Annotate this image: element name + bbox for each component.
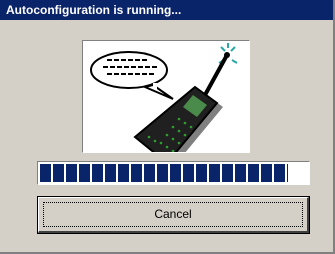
cancel-button-label: Cancel [154, 207, 192, 221]
phone-illustration-icon [90, 43, 238, 152]
progress-track [40, 164, 307, 182]
window-title: Autoconfiguration is running... [6, 3, 182, 17]
dialog-window: Autoconfiguration is running... Cancel [0, 0, 335, 254]
cancel-button[interactable]: Cancel [37, 196, 310, 234]
title-bar[interactable]: Autoconfiguration is running... [0, 0, 333, 20]
progress-bar [37, 161, 310, 185]
autoconfig-illustration [82, 40, 250, 153]
progress-fill [40, 164, 289, 182]
